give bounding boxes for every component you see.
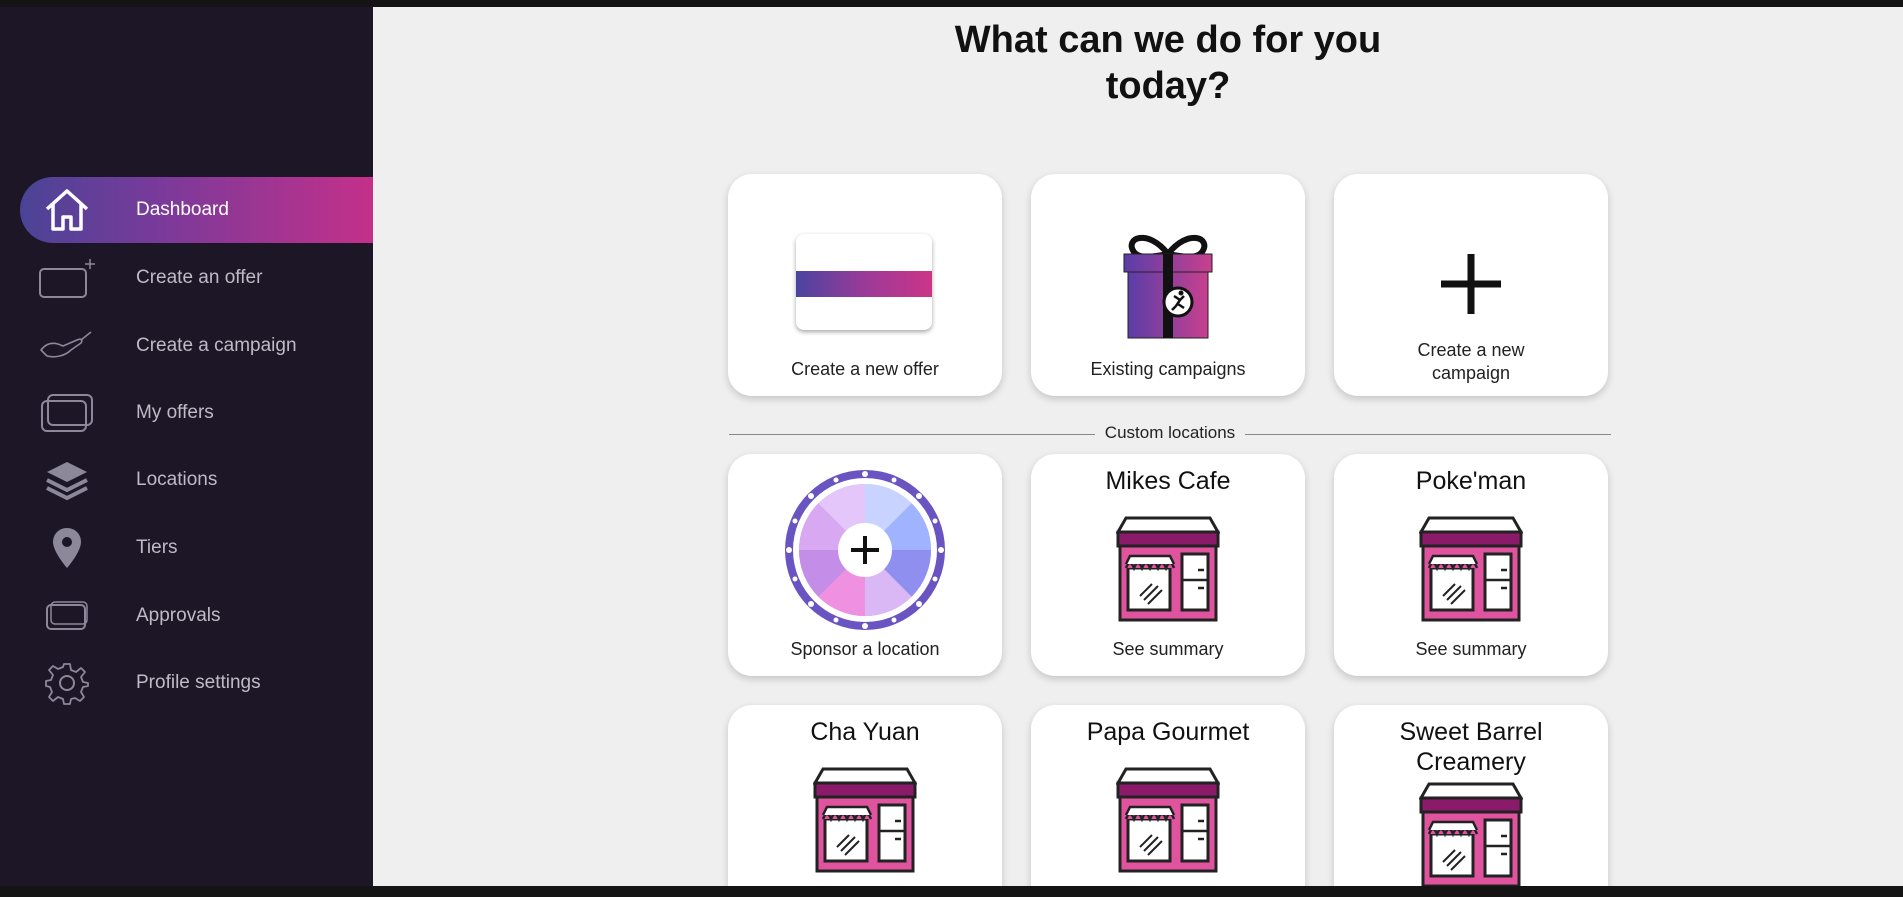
create-campaign-card[interactable]: Create a new campaign xyxy=(1334,174,1608,396)
sidebar-item-my-offers[interactable]: My offers xyxy=(20,380,373,446)
gift-icon xyxy=(1118,230,1218,345)
page-title: What can we do for you today? xyxy=(373,17,1903,109)
custom-locations-divider: Custom locations xyxy=(729,423,1611,444)
sponsor-location-card[interactable]: Sponsor a location xyxy=(728,454,1002,676)
sidebar: Dashboard Create an offer Create a campa… xyxy=(0,7,373,886)
top-bar xyxy=(0,0,1903,7)
wheel-plus-icon xyxy=(783,468,947,637)
location-card[interactable]: Sweet Barrel Creamery xyxy=(1334,705,1608,886)
offer-card-icon xyxy=(796,234,932,330)
divider-label: Custom locations xyxy=(1094,423,1246,442)
location-card[interactable]: Papa Gourmet xyxy=(1031,705,1305,886)
location-card[interactable]: Mikes Cafe See summary xyxy=(1031,454,1305,676)
gear-icon xyxy=(32,650,102,716)
sidebar-item-label: Approvals xyxy=(136,605,221,626)
storefront-icon xyxy=(1115,516,1221,627)
sponsor-location-label: Sponsor a location xyxy=(790,639,940,659)
storefront-icon xyxy=(812,767,918,878)
add-card-icon xyxy=(32,245,102,311)
storefront-icon xyxy=(1115,767,1221,878)
location-name: Poke'man xyxy=(1415,467,1527,495)
card-icon xyxy=(32,583,102,649)
create-offer-card[interactable]: Create a new offer xyxy=(728,174,1002,396)
sidebar-item-label: Dashboard xyxy=(136,199,229,220)
map-pin-icon xyxy=(32,515,102,581)
handshake-icon xyxy=(32,313,102,379)
create-offer-label: Create a new offer xyxy=(791,359,939,379)
see-summary-link[interactable]: See summary xyxy=(1334,638,1608,661)
location-name: Cha Yuan xyxy=(810,718,920,746)
sidebar-item-approvals[interactable]: Approvals xyxy=(20,583,373,649)
sidebar-item-locations[interactable]: Locations xyxy=(20,447,373,513)
sidebar-item-label: Profile settings xyxy=(136,672,261,693)
page-title-line: today? xyxy=(1105,65,1231,107)
page-title-line: What can we do for you xyxy=(954,19,1382,61)
sidebar-item-create-offer[interactable]: Create an offer xyxy=(20,245,373,311)
sidebar-item-label: Create a campaign xyxy=(136,335,297,356)
location-name: Mikes Cafe xyxy=(1105,467,1231,495)
storefront-icon xyxy=(1418,782,1524,886)
existing-campaigns-label: Existing campaigns xyxy=(1090,359,1246,379)
sidebar-item-profile-settings[interactable]: Profile settings xyxy=(20,650,373,716)
existing-campaigns-card[interactable]: Existing campaigns xyxy=(1031,174,1305,396)
location-name: Papa Gourmet xyxy=(1086,718,1250,746)
sidebar-item-dashboard[interactable]: Dashboard xyxy=(20,177,373,243)
layers-icon xyxy=(32,447,102,513)
location-card[interactable]: Cha Yuan xyxy=(728,705,1002,886)
sidebar-item-create-campaign[interactable]: Create a campaign xyxy=(20,313,373,379)
create-campaign-label: Create a new campaign xyxy=(1417,340,1525,383)
main-content: What can we do for you today? Create a n… xyxy=(373,7,1903,886)
sidebar-item-tiers[interactable]: Tiers xyxy=(20,515,373,581)
see-summary-link[interactable]: See summary xyxy=(1031,638,1305,661)
home-icon xyxy=(32,177,102,243)
sidebar-item-label: Locations xyxy=(136,469,218,490)
storefront-icon xyxy=(1418,516,1524,627)
sidebar-item-label: Create an offer xyxy=(136,267,263,288)
location-name: Sweet Barrel Creamery xyxy=(1399,718,1543,776)
sidebar-item-label: Tiers xyxy=(136,537,178,558)
plus-icon xyxy=(1439,252,1503,321)
bottom-bar xyxy=(0,886,1903,897)
cards-icon xyxy=(32,380,102,446)
location-card[interactable]: Poke'man See summary xyxy=(1334,454,1608,676)
sidebar-item-label: My offers xyxy=(136,402,214,423)
